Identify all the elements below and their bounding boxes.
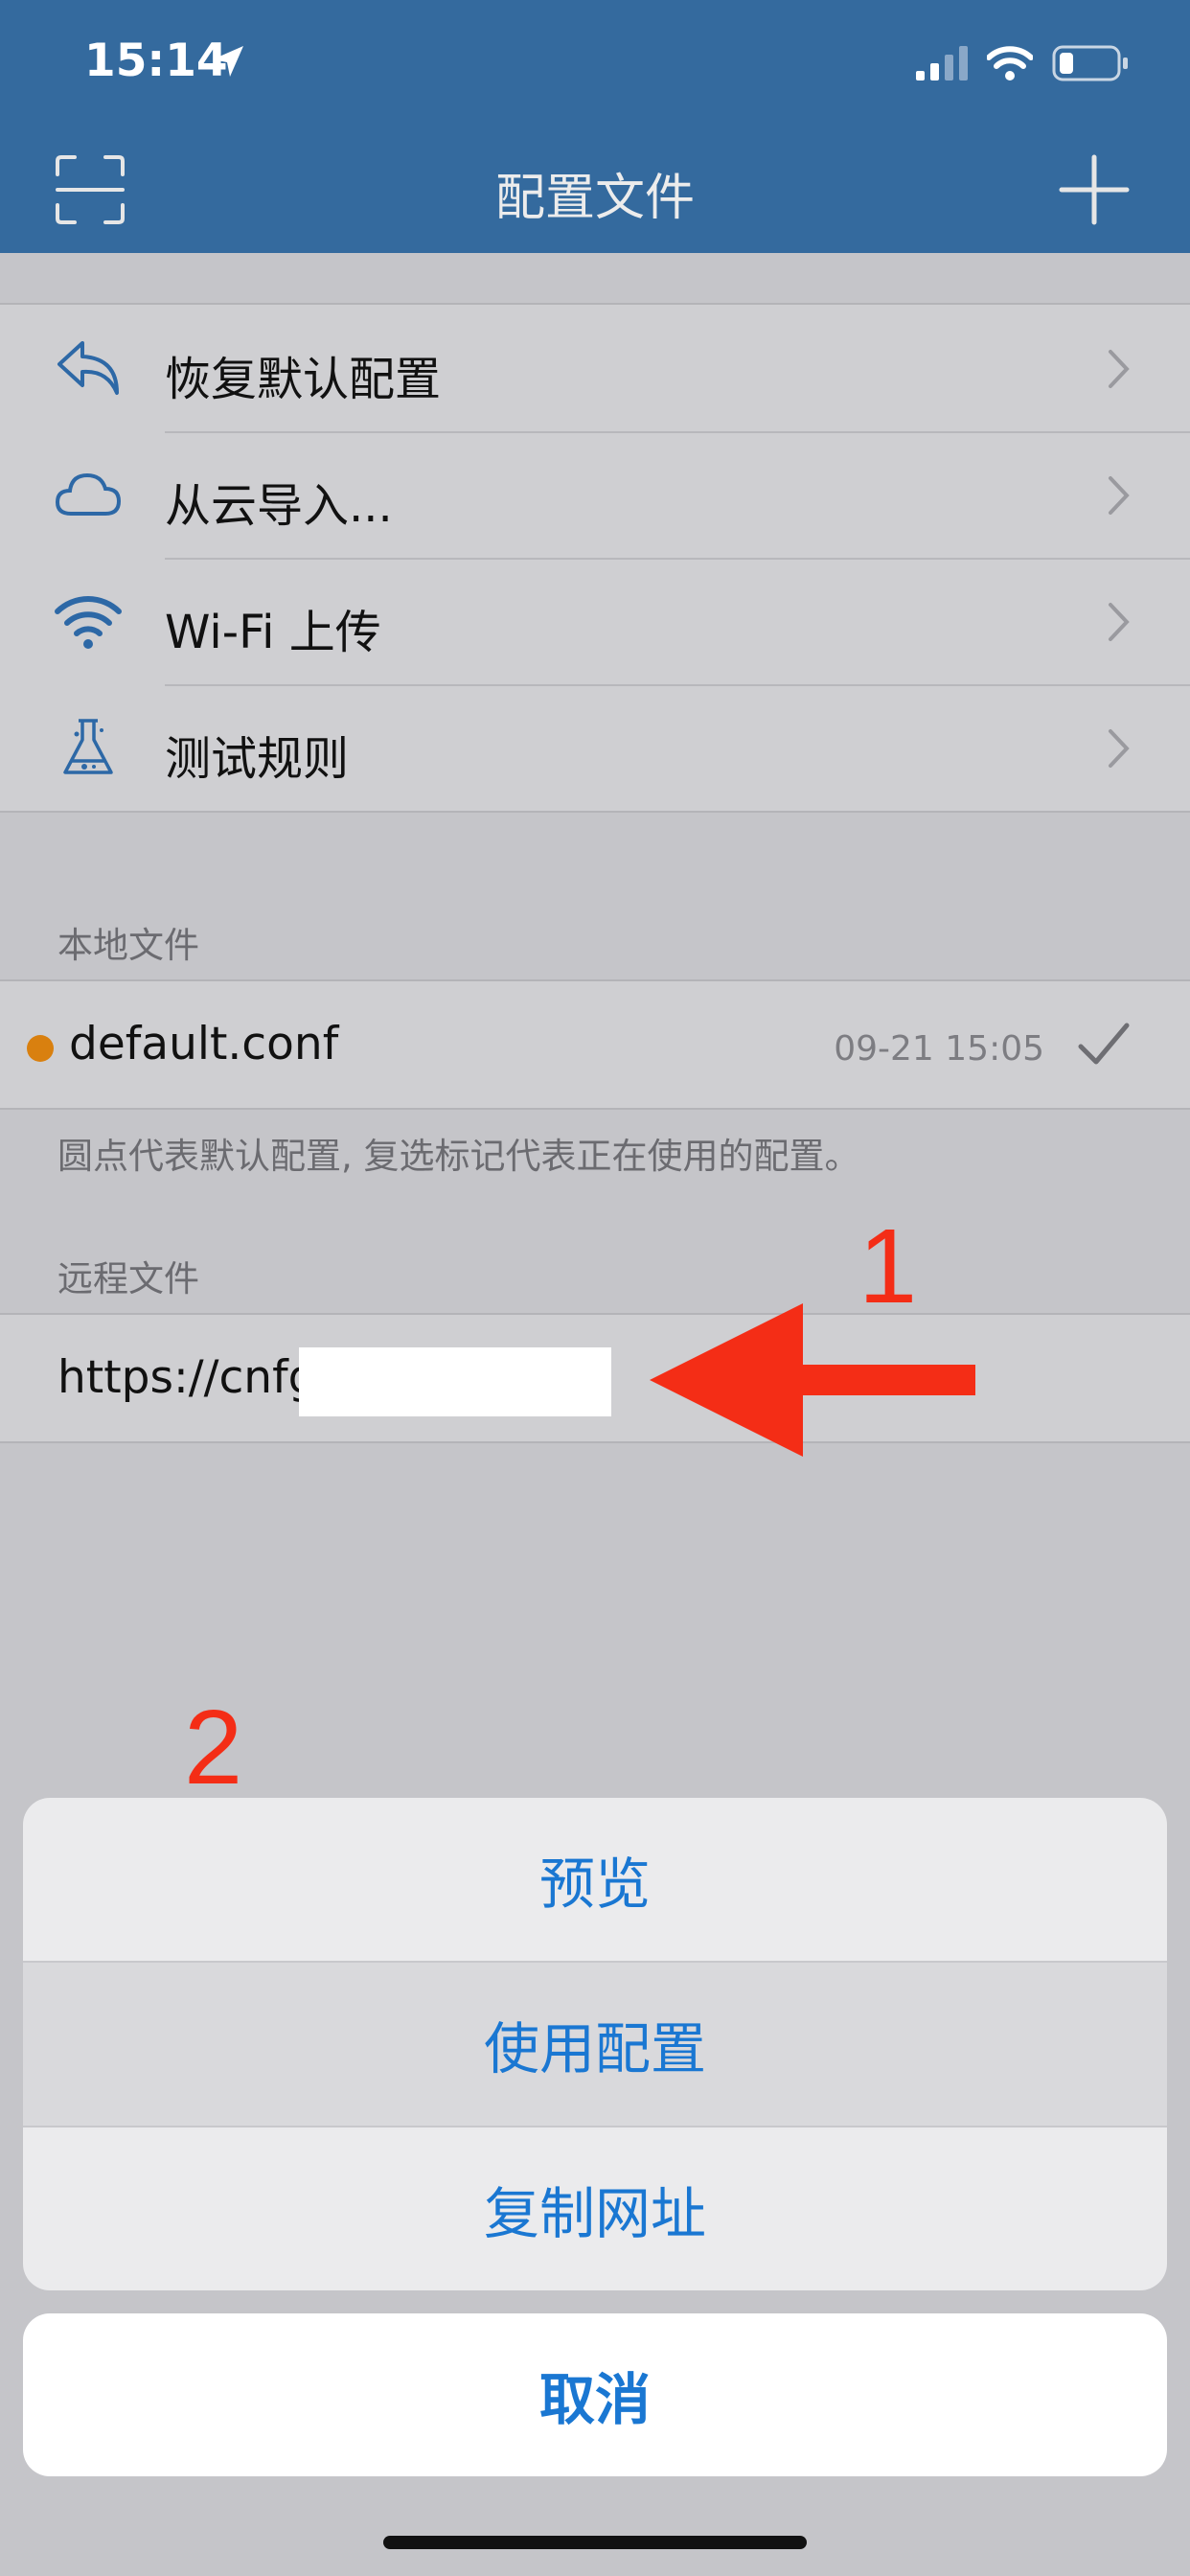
- local-files-footnote: 圆点代表默认配置, 复选标记代表正在使用的配置。: [57, 1136, 860, 1177]
- remote-files-group: https://cnfg: [0, 1313, 1190, 1443]
- action-sheet: 预览 使用配置 复制网址: [23, 1798, 1167, 2290]
- wifi-icon: [55, 596, 122, 649]
- battery-icon: [1052, 45, 1128, 81]
- annotation-step-1: 1: [858, 1208, 918, 1325]
- test-rules-row[interactable]: 测试规则: [0, 684, 1190, 811]
- remote-files-header: 远程文件: [57, 1258, 199, 1300]
- import-from-cloud-row[interactable]: 从云导入...: [0, 431, 1190, 558]
- undo-arrow-icon: [57, 341, 119, 395]
- use-config-option[interactable]: 使用配置: [23, 1963, 1167, 2126]
- remote-url: https://cnfg: [57, 1351, 317, 1404]
- chevron-right-icon: [1109, 476, 1130, 515]
- cloud-icon: [55, 472, 122, 516]
- default-config-dot: [27, 1035, 54, 1062]
- chevron-right-icon: [1109, 729, 1130, 768]
- chevron-right-icon: [1109, 350, 1130, 388]
- row-label: 从云导入...: [165, 479, 393, 533]
- plus-icon[interactable]: [1058, 153, 1131, 226]
- chevron-right-icon: [1109, 603, 1130, 641]
- annotation-step-2: 2: [184, 1689, 243, 1806]
- preview-option[interactable]: 预览: [23, 1798, 1167, 1961]
- row-label: Wi-Fi 上传: [165, 606, 381, 659]
- cancel-button[interactable]: 取消: [23, 2313, 1167, 2476]
- navigation-bar: 15:14 配置文件: [0, 0, 1190, 253]
- location-arrow-icon: [213, 46, 243, 77]
- page-title: 配置文件: [494, 170, 695, 227]
- status-time: 15:14: [84, 34, 228, 87]
- flask-icon: [63, 719, 113, 774]
- checkmark-icon: [1078, 1023, 1130, 1065]
- local-file-row[interactable]: default.conf 09-21 15:05: [0, 981, 1190, 1108]
- local-files-group: default.conf 09-21 15:05: [0, 979, 1190, 1110]
- row-label: 测试规则: [165, 732, 350, 786]
- cellular-signal-icon: [916, 46, 968, 80]
- local-files-header: 本地文件: [57, 925, 199, 966]
- home-indicator[interactable]: [383, 2536, 807, 2549]
- wifi-upload-row[interactable]: Wi-Fi 上传: [0, 558, 1190, 684]
- actions-group: 恢复默认配置 从云导入... Wi-Fi 上传 测试规则: [0, 303, 1190, 813]
- remote-file-row[interactable]: https://cnfg: [0, 1315, 1190, 1441]
- redaction-box: [299, 1347, 611, 1416]
- row-label: 恢复默认配置: [165, 353, 442, 406]
- file-timestamp: 09-21 15:05: [834, 1029, 1044, 1069]
- wifi-status-icon: [987, 46, 1033, 80]
- copy-url-option[interactable]: 复制网址: [23, 2128, 1167, 2290]
- file-name: default.conf: [69, 1018, 339, 1070]
- restore-default-row[interactable]: 恢复默认配置: [0, 305, 1190, 431]
